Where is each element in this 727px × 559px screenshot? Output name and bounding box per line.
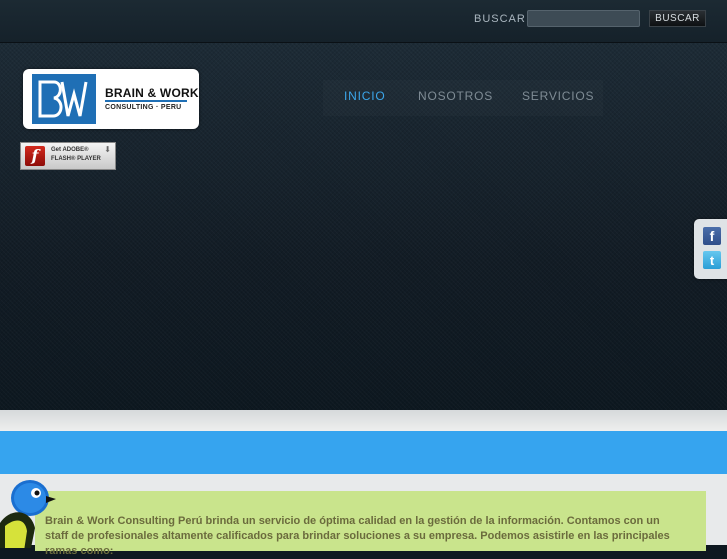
search-input[interactable] (527, 10, 640, 27)
logo-subtitle: CONSULTING · PERU (105, 104, 182, 111)
social-panel: f t (694, 219, 727, 279)
blue-banner (0, 431, 727, 474)
get-flash-player-badge[interactable]: f Get ADOBE® FLASH® PLAYER ⬇ (20, 142, 116, 170)
flash-icon: f (25, 146, 45, 166)
top-bar: BUSCAR BUSCAR (0, 0, 727, 43)
search-button[interactable]: BUSCAR (649, 10, 706, 27)
twitter-icon[interactable]: t (703, 251, 721, 269)
bird-mascot-icon (0, 480, 56, 548)
flash-line1: Get ADOBE® (51, 147, 89, 153)
logo-divider (105, 100, 187, 102)
logo-title: BRAIN & WORK (105, 86, 199, 100)
nav-item-servicios[interactable]: SERVICIOS (522, 89, 594, 103)
download-arrow-icon: ⬇ (104, 145, 111, 154)
flash-line2: FLASH® PLAYER (51, 156, 101, 162)
site-logo[interactable]: BRAIN & WORK CONSULTING · PERU (23, 69, 199, 129)
intro-text: Brain & Work Consulting Perú brinda un s… (45, 515, 670, 557)
nav-item-inicio[interactable]: INICIO (344, 89, 385, 103)
main-nav: INICIO NOSOTROS SERVICIOS (323, 80, 603, 116)
nav-item-nosotros[interactable]: NOSOTROS (418, 89, 493, 103)
facebook-icon[interactable]: f (703, 227, 721, 245)
logo-mark-icon (32, 74, 96, 124)
divider-strip (0, 410, 727, 431)
search-label: BUSCAR (474, 13, 526, 25)
